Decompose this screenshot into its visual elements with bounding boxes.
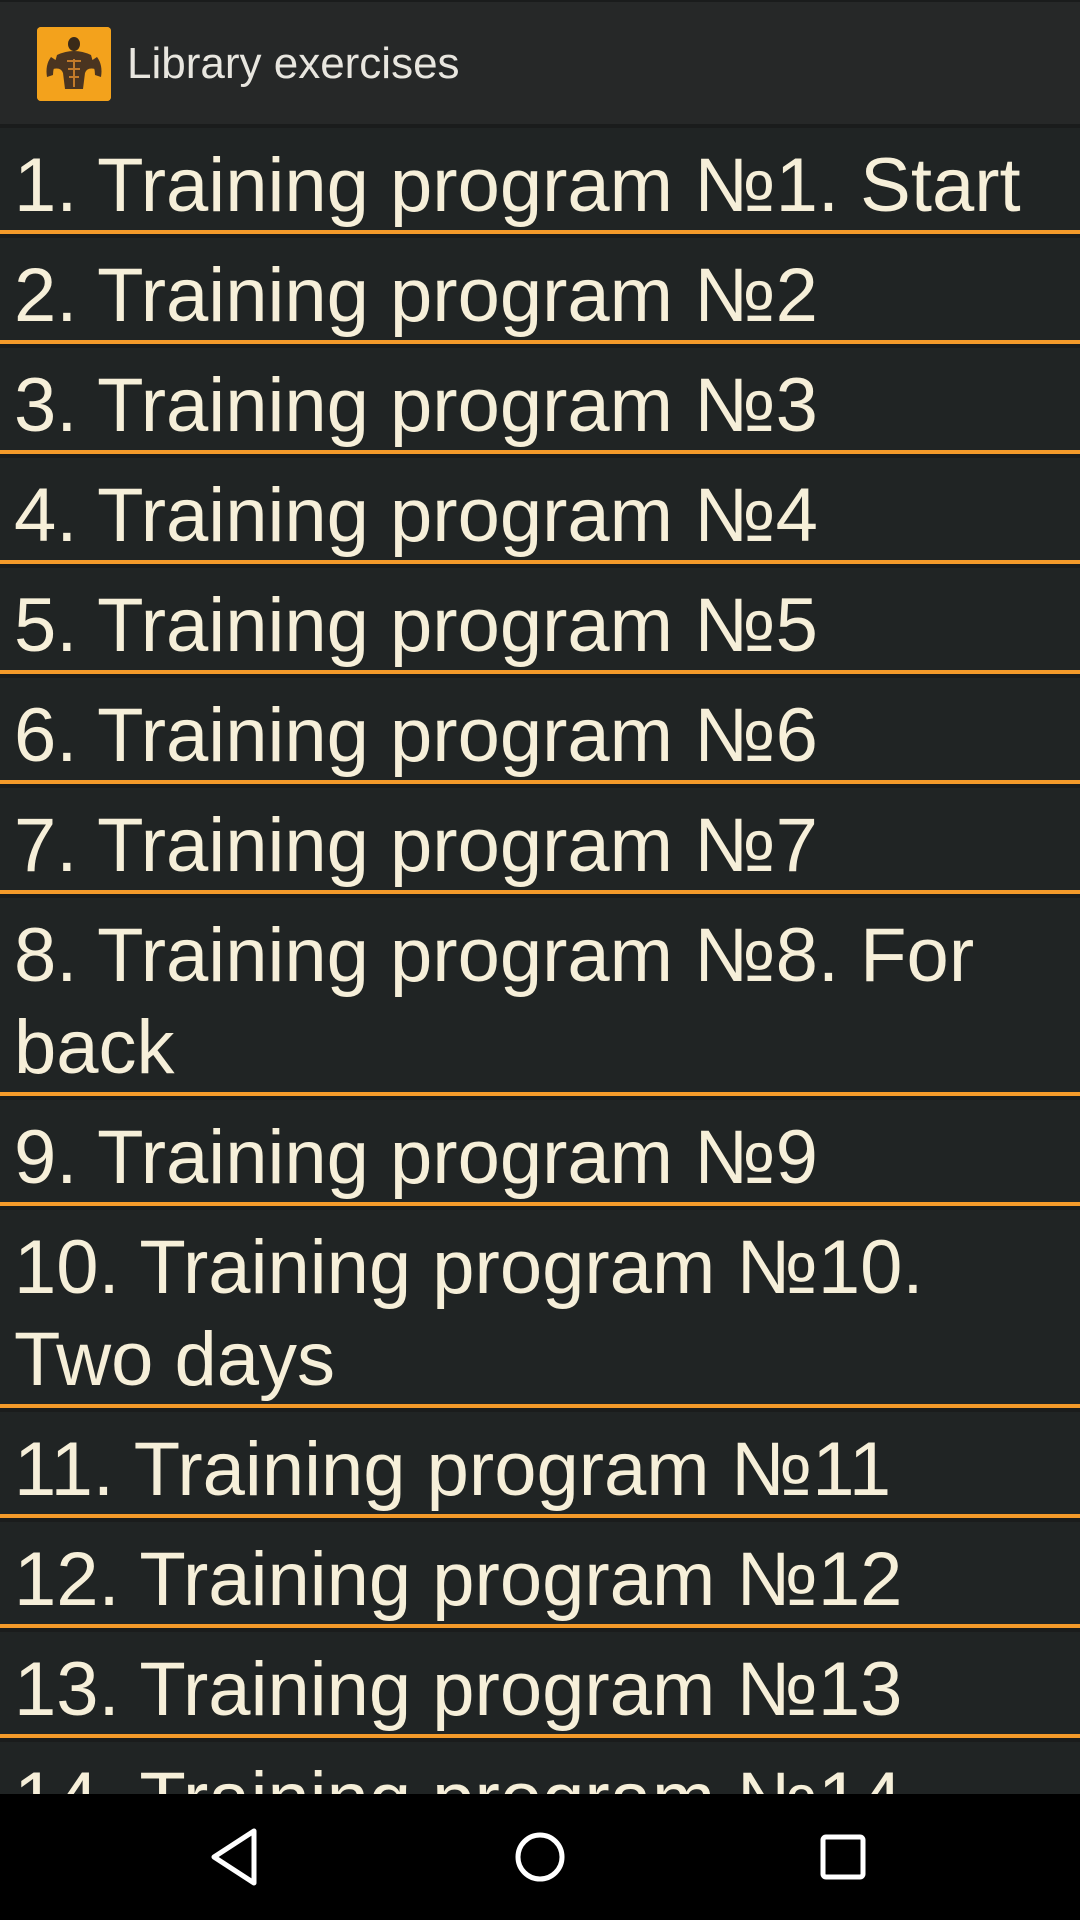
list-item[interactable]: 3. Training program №3: [0, 344, 1080, 454]
list-item[interactable]: 10. Training program №10. Two days: [0, 1206, 1080, 1408]
list-item[interactable]: 5. Training program №5: [0, 564, 1080, 674]
back-triangle-icon[interactable]: [196, 1817, 276, 1897]
list-item[interactable]: 13. Training program №13: [0, 1628, 1080, 1738]
training-program-list[interactable]: 1. Training program №1. Start 2. Trainin…: [0, 124, 1080, 1794]
system-navigation-bar: [0, 1794, 1080, 1920]
bodybuilder-app-icon[interactable]: [37, 27, 111, 101]
recents-square-icon[interactable]: [803, 1817, 883, 1897]
list-item[interactable]: 6. Training program №6: [0, 674, 1080, 784]
list-item[interactable]: 2. Training program №2: [0, 234, 1080, 344]
list-item[interactable]: 4. Training program №4: [0, 454, 1080, 564]
list-item[interactable]: 1. Training program №1. Start: [0, 124, 1080, 234]
app-title: Library exercises: [127, 39, 460, 88]
app-screen: Library exercises 1. Training program №1…: [0, 0, 1080, 1920]
app-bar: Library exercises: [0, 0, 1080, 124]
list-item[interactable]: 7. Training program №7: [0, 784, 1080, 894]
home-circle-icon[interactable]: [500, 1817, 580, 1897]
list-item[interactable]: 14. Training program №14: [0, 1738, 1080, 1794]
list-item[interactable]: 11. Training program №11: [0, 1408, 1080, 1518]
list-item[interactable]: 9. Training program №9: [0, 1096, 1080, 1206]
list-item[interactable]: 12. Training program №12: [0, 1518, 1080, 1628]
list-item[interactable]: 8. Training program №8. For back: [0, 894, 1080, 1096]
